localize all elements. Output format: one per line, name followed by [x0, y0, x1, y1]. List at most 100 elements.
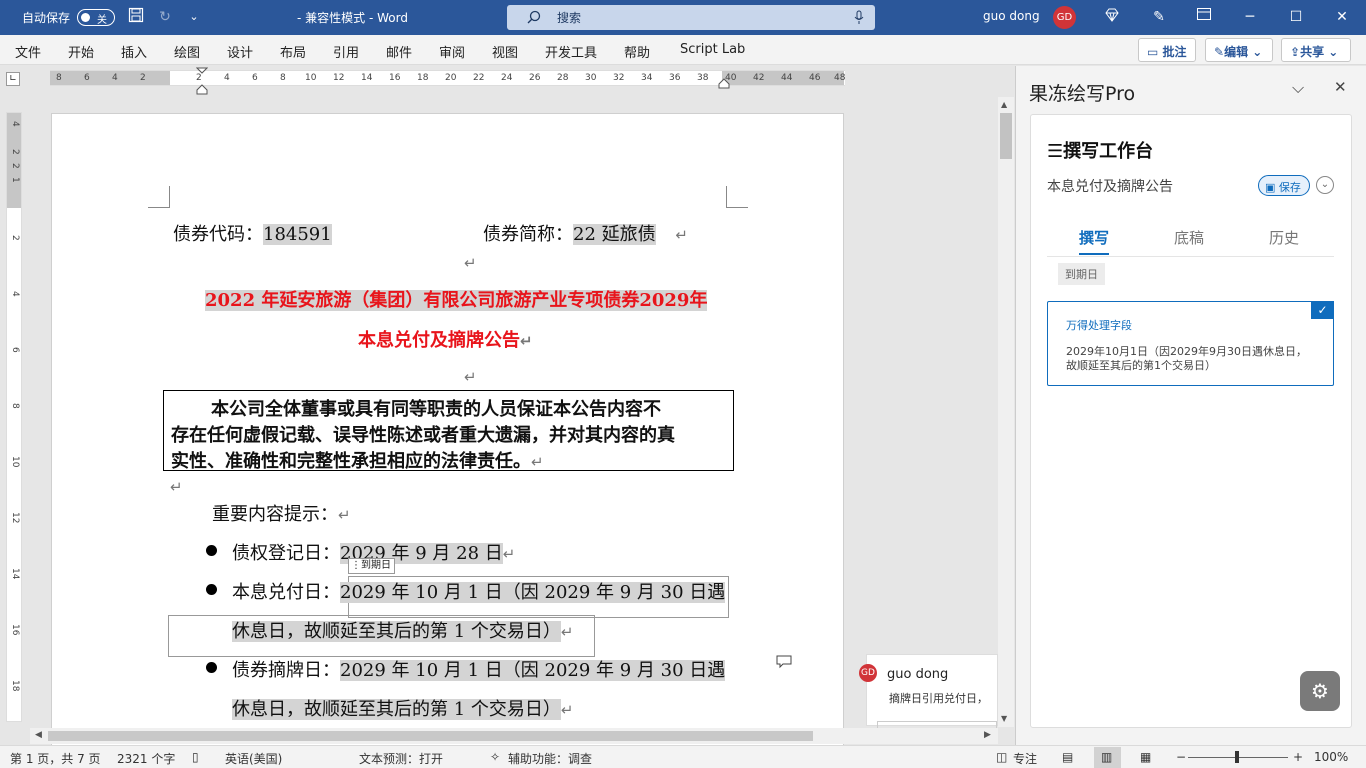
read-mode-icon[interactable]: ▤ — [1062, 750, 1073, 764]
share-button[interactable]: ⇪共享 ⌄ — [1281, 38, 1351, 62]
tab-home[interactable]: 开始 — [68, 42, 94, 61]
tab-mailings[interactable]: 邮件 — [386, 42, 412, 61]
tab-file[interactable]: 文件 — [15, 42, 41, 61]
settings-fab-icon[interactable]: ⚙ — [1300, 671, 1340, 711]
chevron-down-icon: ⌄ — [1252, 45, 1263, 59]
scroll-right-icon[interactable]: ▶ — [984, 730, 991, 740]
scroll-left-icon[interactable]: ◀ — [35, 730, 42, 740]
tab-review[interactable]: 审阅 — [439, 42, 465, 61]
field-chip[interactable]: 到期日 — [1058, 263, 1105, 285]
scroll-down-icon[interactable]: ▼ — [1001, 714, 1007, 723]
page-count[interactable]: 第 1 页，共 7 页 — [10, 750, 101, 767]
workbench-heading: ☰撰写工作台 — [1047, 141, 1154, 162]
tab-developer[interactable]: 开发工具 — [545, 42, 597, 61]
share-icon: ⇪ — [1290, 45, 1301, 59]
tab-script-lab[interactable]: Script Lab — [680, 42, 745, 57]
horizontal-scrollbar[interactable]: ◀ ▶ — [30, 728, 998, 744]
tab-layout[interactable]: 布局 — [280, 42, 306, 61]
comment-card[interactable]: GD guo dong 摘牌日引用兑付日， — [859, 654, 998, 729]
save-icon[interactable] — [126, 7, 146, 27]
search-box[interactable]: 搜索 — [507, 5, 875, 30]
pane-collapse-icon[interactable]: ⌵ — [1292, 78, 1304, 98]
accessibility-status[interactable]: 辅助功能：调查 — [508, 750, 592, 767]
payment-date-line[interactable]: 本息兑付日：2029 年 10 月 1 日（因 2029 年 9 月 30 日遇 — [232, 578, 726, 604]
paragraph-mark: ↵ — [170, 478, 183, 496]
hint-heading[interactable]: 重要内容提示：↵ — [212, 500, 351, 526]
diamond-icon[interactable] — [1102, 7, 1122, 27]
payment-date-value: 2029 年 10 月 1 日（因 2029 年 9 月 30 日遇 — [340, 582, 726, 603]
payment-date-continuation[interactable]: 休息日，故顺延至其后的第 1 个交易日）↵ — [232, 617, 573, 643]
ribbon-display-icon[interactable] — [1194, 7, 1214, 27]
source-field-card[interactable]: 万得处理字段 2029年10月1日（因2029年9月30日遇休息日，故顺延至其后… — [1047, 301, 1334, 386]
comment-anchor-icon[interactable] — [776, 655, 792, 669]
microphone-icon[interactable] — [854, 10, 864, 25]
source-value: 2029年10月1日（因2029年9月30日遇休息日，故顺延至其后的第1个交易日… — [1066, 345, 1307, 372]
options-chevron-icon[interactable]: ⌄ — [1316, 176, 1334, 194]
paragraph-mark: ↵ — [464, 368, 477, 386]
document-page[interactable]: 债券代码：184591 债券简称：22 延旅债 ↵ ↵ 2022 年延安旅游（集… — [51, 113, 844, 753]
pen-icon[interactable]: ✎ — [1149, 7, 1169, 27]
vertical-scrollbar[interactable]: ▲ ▼ — [998, 97, 1014, 727]
zoom-level[interactable]: 100% — [1314, 750, 1348, 764]
save-badge[interactable]: ▣ 保存 — [1258, 175, 1310, 196]
minimize-button[interactable]: ─ — [1240, 7, 1260, 27]
text-prediction-status[interactable]: 文本预测：打开 — [359, 750, 443, 767]
comment-text: 摘牌日引用兑付日， — [889, 692, 988, 705]
ribbon-tabs: 文件 开始 插入 绘图 设计 布局 引用 邮件 审阅 视图 开发工具 帮助 Sc… — [0, 35, 1366, 65]
word-count[interactable]: 2321 个字 — [117, 750, 175, 767]
tab-insert[interactable]: 插入 — [121, 42, 147, 61]
maximize-button[interactable]: ☐ — [1286, 7, 1306, 27]
heading-line-1[interactable]: 2022 年延安旅游（集团）有限公司旅游产业专项债券2029年 — [205, 286, 708, 312]
autosave-label: 自动保存 — [22, 11, 71, 25]
scroll-up-icon[interactable]: ▲ — [1001, 100, 1007, 109]
language-indicator[interactable]: 英语(美国) — [225, 750, 282, 767]
zoom-out-button[interactable]: − — [1176, 750, 1186, 764]
horizontal-scroll-thumb[interactable] — [48, 731, 813, 741]
search-label: 搜索 — [557, 11, 582, 25]
status-bar: 第 1 页，共 7 页 2321 个字 ▯ 英语(美国) 文本预测：打开 ✧ 辅… — [0, 745, 1366, 768]
tab-design[interactable]: 设计 — [227, 42, 253, 61]
bond-abbr-line[interactable]: 债券简称：22 延旅债 ↵ — [483, 220, 688, 246]
focus-mode[interactable]: 专注 — [1013, 750, 1037, 767]
comment-author: guo dong — [887, 667, 949, 682]
statement-box[interactable]: 本公司全体董事或具有同等职责的人员保证本公告内容不 存在任何虚假记载、误导性陈述… — [163, 390, 734, 472]
close-button[interactable]: ✕ — [1332, 7, 1352, 27]
tab-draw[interactable]: 绘图 — [174, 42, 200, 61]
vertical-scroll-thumb[interactable] — [1000, 113, 1012, 159]
pane-close-icon[interactable]: ✕ — [1334, 78, 1347, 96]
pencil-icon: ✎ — [1214, 45, 1225, 59]
chevron-down-icon: ⌄ — [1328, 45, 1339, 59]
indent-marker-icon[interactable] — [196, 67, 208, 97]
tab-selector[interactable]: ∟ — [6, 72, 20, 86]
zoom-in-button[interactable]: + — [1293, 750, 1303, 764]
proofing-icon[interactable]: ▯ — [192, 750, 199, 764]
pane-doc-name: 本息兑付及摘牌公告 — [1047, 179, 1173, 195]
tab-help[interactable]: 帮助 — [624, 42, 650, 61]
pane-tab-compose[interactable]: 撰写 — [1079, 227, 1110, 255]
right-indent-marker-icon[interactable] — [718, 78, 730, 90]
vertical-ruler[interactable]: 4 2 2 1 2 4 6 8 10 12 14 16 18 — [6, 112, 22, 722]
content-control-tag[interactable]: ⋮到期日 — [348, 558, 395, 574]
heading-line-2[interactable]: 本息兑付及摘牌公告↵ — [358, 326, 533, 352]
web-layout-icon[interactable]: ▦ — [1140, 750, 1151, 764]
pane-tab-history[interactable]: 历史 — [1269, 227, 1299, 248]
bond-code-line[interactable]: 债券代码：184591 — [173, 220, 332, 246]
tab-view[interactable]: 视图 — [492, 42, 518, 61]
document-title: - 兼容性模式 - Word — [297, 11, 408, 25]
user-name: guo dong — [983, 9, 1040, 23]
user-avatar[interactable]: GD — [1053, 6, 1076, 29]
delisting-date-value: 2029 年 10 月 1 日（因 2029 年 9 月 30 日遇 — [340, 660, 726, 681]
checkmark-icon[interactable]: ✓ — [1311, 301, 1334, 319]
customize-qat-icon[interactable]: ⌄ — [184, 7, 204, 27]
comments-button[interactable]: ▭ 批注 — [1138, 38, 1196, 62]
autosave-toggle[interactable]: 关 — [77, 9, 115, 26]
print-layout-icon[interactable]: ▥ — [1101, 750, 1112, 764]
tab-references[interactable]: 引用 — [333, 42, 359, 61]
delisting-date-line[interactable]: 债券摘牌日：2029 年 10 月 1 日（因 2029 年 9 月 30 日遇 — [232, 656, 726, 682]
undo-icon[interactable]: ↻ — [155, 7, 175, 27]
delisting-date-continuation[interactable]: 休息日，故顺延至其后的第 1 个交易日）↵ — [232, 695, 573, 721]
zoom-slider-thumb[interactable] — [1235, 751, 1239, 763]
focus-icon: ◫ — [996, 750, 1008, 764]
pane-tab-draft[interactable]: 底稿 — [1174, 227, 1204, 248]
editing-mode-button[interactable]: ✎编辑 ⌄ — [1205, 38, 1273, 62]
